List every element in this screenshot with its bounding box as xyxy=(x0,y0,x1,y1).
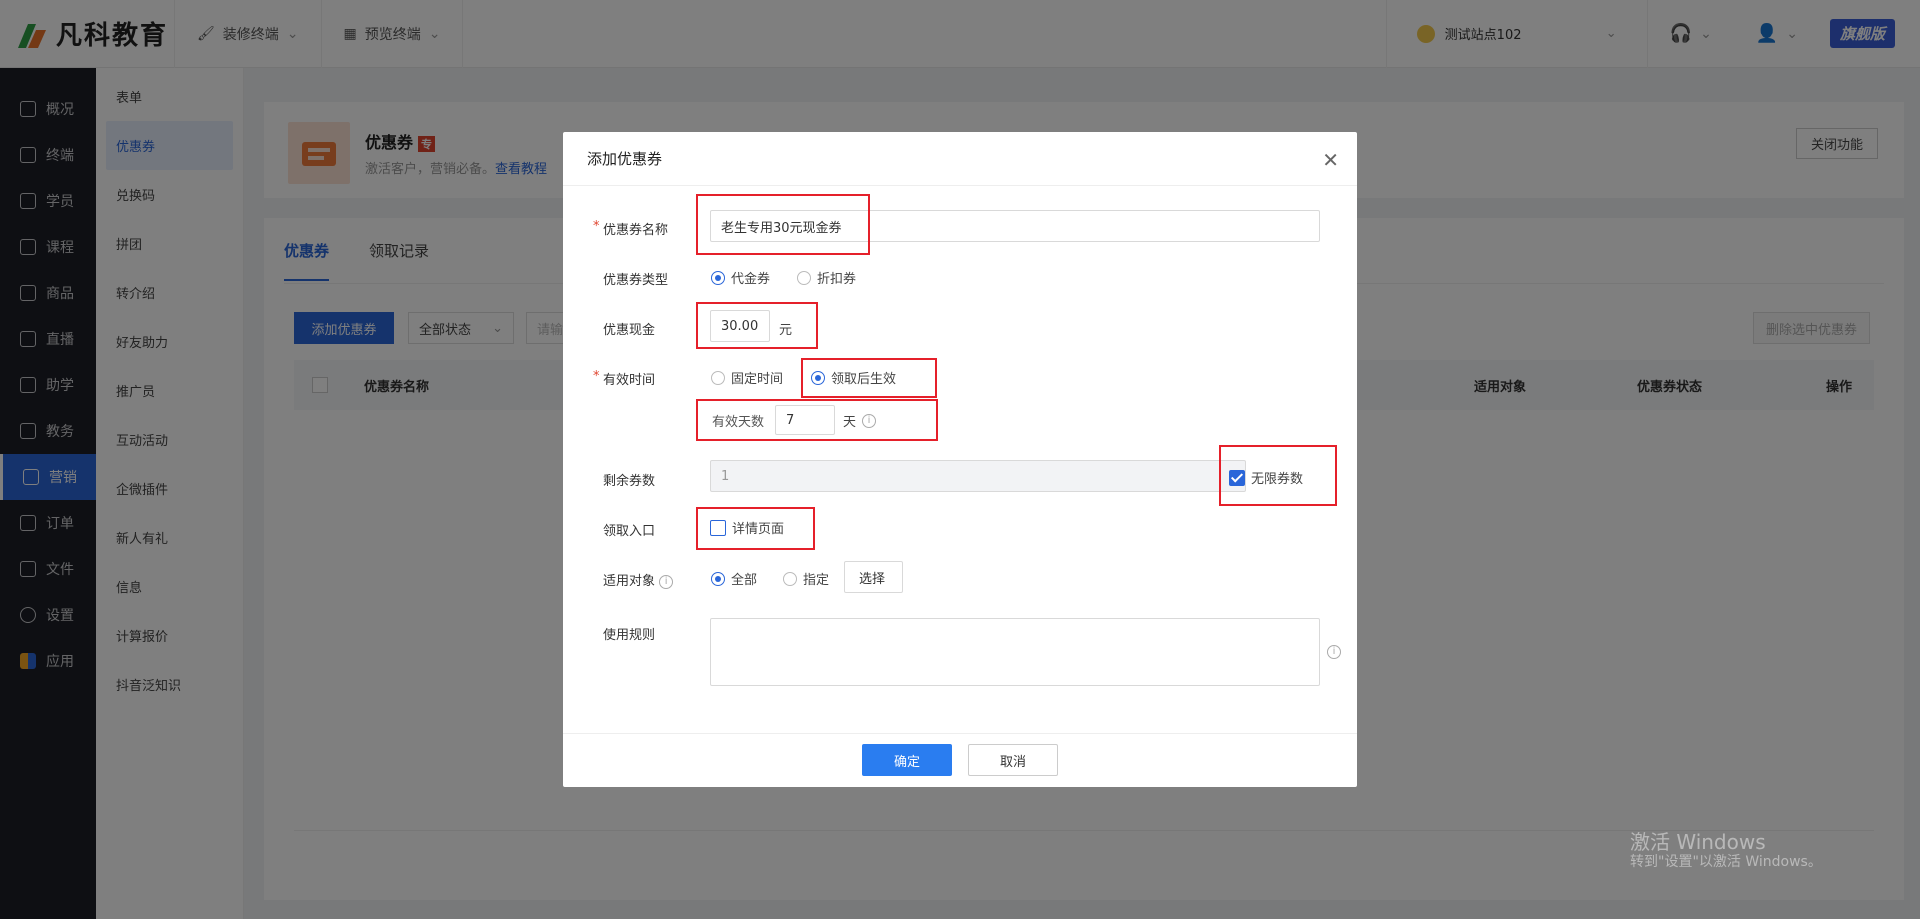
valid-fixed-radio[interactable]: 固定时间 xyxy=(711,368,783,387)
type-discount-label: 折扣券 xyxy=(817,272,857,287)
target-specific-label: 指定 xyxy=(803,573,830,588)
radio-checked-icon xyxy=(711,270,725,285)
radio-checked-icon xyxy=(711,571,725,586)
highlight-box-unlimited xyxy=(1219,445,1337,506)
coupon-name-label: * 优惠券名称 xyxy=(593,219,669,238)
radio-unchecked-icon xyxy=(797,270,811,285)
highlight-box-cash xyxy=(696,302,818,349)
type-voucher-label: 代金券 xyxy=(731,272,771,287)
claim-entry-label: 领取入口 xyxy=(603,524,656,539)
info-icon[interactable]: i xyxy=(1327,645,1341,659)
remaining-count-value: 1 xyxy=(721,468,730,484)
add-coupon-dialog: 添加优惠券 ✕ * 优惠券名称 老生专用30元现金券 优惠券类型 代金券 折扣券 … xyxy=(563,132,1357,787)
valid-fixed-label: 固定时间 xyxy=(731,372,784,387)
dialog-title: 添加优惠券 xyxy=(587,150,663,168)
coupon-name-label-text: 优惠券名称 xyxy=(603,223,669,238)
target-all-label: 全部 xyxy=(731,573,758,588)
cancel-button[interactable]: 取消 xyxy=(968,744,1058,776)
highlight-box-days xyxy=(696,399,938,441)
close-icon[interactable]: ✕ xyxy=(1322,148,1339,172)
type-discount-radio[interactable]: 折扣券 xyxy=(797,268,856,287)
dialog-footer-divider xyxy=(563,733,1357,734)
highlight-box-name xyxy=(696,194,870,255)
windows-activation-hint: 转到"设置"以激活 Windows。 xyxy=(1630,854,1822,870)
remaining-count-label: 剩余券数 xyxy=(603,474,656,489)
info-icon[interactable]: i xyxy=(659,574,674,589)
cash-amount-label: 优惠现金 xyxy=(603,323,656,338)
valid-time-label-text: 有效时间 xyxy=(603,373,656,388)
coupon-type-label: 优惠券类型 xyxy=(603,273,669,288)
target-label-text: 适用对象 xyxy=(603,574,656,589)
usage-rules-textarea[interactable] xyxy=(710,618,1320,686)
radio-unchecked-icon xyxy=(783,571,797,586)
dialog-header: 添加优惠券 xyxy=(563,132,1357,186)
highlight-box-valid xyxy=(801,358,937,398)
target-specific-radio[interactable]: 指定 xyxy=(783,569,829,588)
select-target-label: 选择 xyxy=(859,571,886,587)
target-all-radio[interactable]: 全部 xyxy=(711,569,757,588)
required-mark: * xyxy=(593,219,600,234)
usage-rules-label: 使用规则 xyxy=(603,628,656,643)
confirm-button[interactable]: 确定 xyxy=(862,744,952,776)
radio-unchecked-icon xyxy=(711,370,725,385)
target-label: 适用对象 i xyxy=(603,570,674,589)
valid-time-label: * 有效时间 xyxy=(593,369,656,388)
remaining-count-input[interactable]: 1 xyxy=(710,460,1246,492)
select-target-button[interactable]: 选择 xyxy=(844,561,903,593)
highlight-box-entry xyxy=(696,507,815,550)
required-mark: * xyxy=(593,369,600,384)
type-voucher-radio[interactable]: 代金券 xyxy=(711,268,770,287)
